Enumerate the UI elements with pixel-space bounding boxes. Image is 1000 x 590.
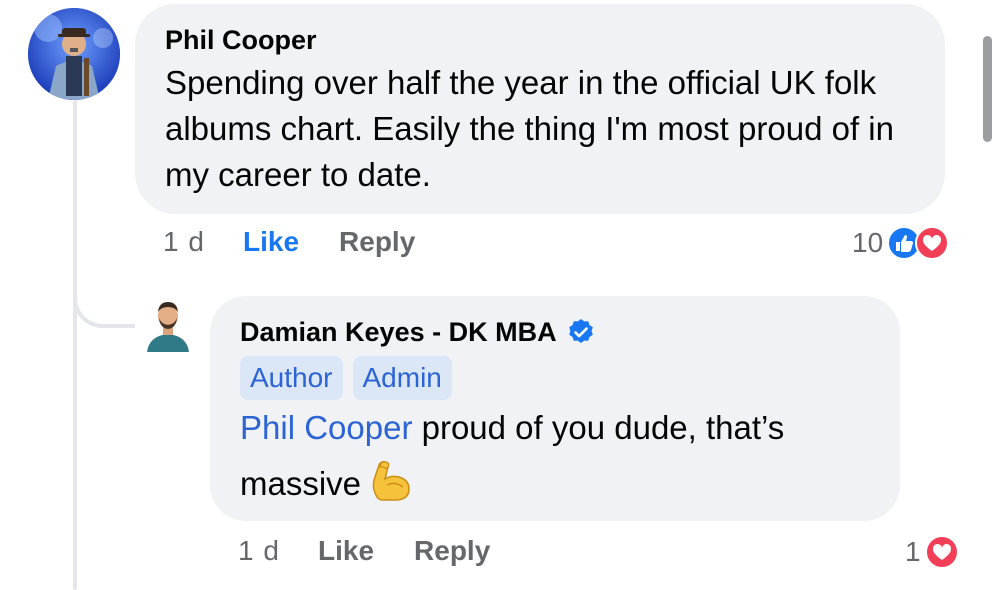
reaction-count: 10 xyxy=(852,227,884,258)
reaction-summary[interactable]: 10 xyxy=(852,226,950,260)
reply-text-line1: proud of you dude, that’s xyxy=(412,409,785,446)
flexed-biceps-emoji xyxy=(372,461,410,501)
love-reaction-icon xyxy=(924,535,959,569)
love-reaction-icon xyxy=(915,226,950,260)
scrollbar[interactable] xyxy=(983,36,992,142)
role-badges: Author Admin xyxy=(240,356,870,400)
author-name[interactable]: Phil Cooper xyxy=(165,24,317,56)
comment-actions: 1 d Like Reply xyxy=(163,226,415,258)
comment-author[interactable]: Phil Cooper xyxy=(165,24,915,56)
reply-text-line2: massive xyxy=(240,465,362,502)
comment-timestamp[interactable]: 1 d xyxy=(163,226,243,258)
profile-photo xyxy=(147,302,189,352)
comment-bubble: Phil Cooper Spending over half the year … xyxy=(135,4,945,214)
author-badge: Author xyxy=(240,356,343,400)
reply-author[interactable]: Damian Keyes - DK MBA xyxy=(240,316,870,348)
like-button[interactable]: Like xyxy=(318,535,374,567)
verified-badge-icon xyxy=(568,319,593,343)
author-name[interactable]: Damian Keyes - DK MBA xyxy=(240,316,557,348)
like-button[interactable]: Like xyxy=(243,226,299,258)
thread-line xyxy=(73,100,77,590)
reply-actions: 1 d Like Reply xyxy=(238,535,490,567)
reply-bubble: Damian Keyes - DK MBA Author Admin Phil … xyxy=(210,296,900,521)
reply-button[interactable]: Reply xyxy=(339,226,415,258)
profile-photo xyxy=(28,8,120,100)
avatar[interactable] xyxy=(28,8,120,100)
reply-button[interactable]: Reply xyxy=(414,535,490,567)
thread-connector xyxy=(73,246,135,328)
reaction-summary[interactable]: 1 xyxy=(905,535,959,569)
comment-text: Spending over half the year in the offic… xyxy=(165,64,894,193)
avatar[interactable] xyxy=(143,296,193,352)
mention-link[interactable]: Phil Cooper xyxy=(240,409,412,446)
admin-badge: Admin xyxy=(352,356,452,400)
reply-timestamp[interactable]: 1 d xyxy=(238,535,318,567)
reply-text: Phil Cooper proud of you dude, that’s ma… xyxy=(240,400,870,512)
reaction-count: 1 xyxy=(905,536,921,567)
